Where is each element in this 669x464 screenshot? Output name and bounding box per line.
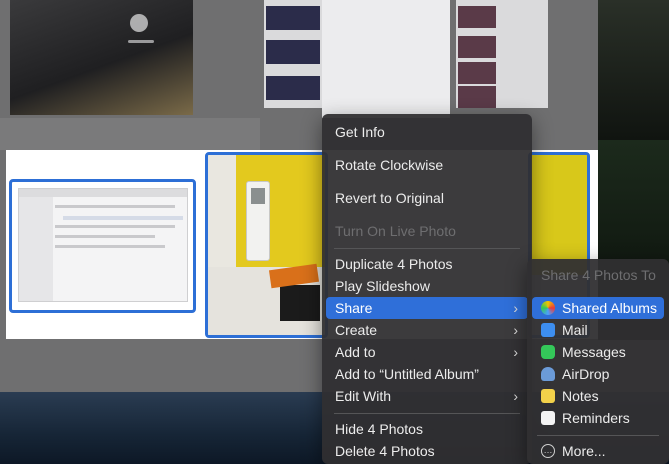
- window-row-graphic: [55, 225, 175, 228]
- submenu-item-airdrop[interactable]: AirDrop: [532, 363, 664, 385]
- menu-item-label: Add to “Untitled Album”: [335, 366, 479, 382]
- chevron-right-icon: ›: [513, 322, 518, 338]
- photo-thumbnail-screenshot-3[interactable]: [456, 0, 548, 108]
- menu-item-add-to-untitled-album[interactable]: Add to “Untitled Album”: [326, 363, 528, 385]
- window-row-graphic: [55, 245, 165, 248]
- airdrop-icon: [541, 367, 555, 381]
- menu-item-label: Delete 4 Photos: [335, 443, 435, 459]
- menu-item-create[interactable]: Create ›: [326, 319, 528, 341]
- window-row-graphic: [55, 205, 175, 208]
- messages-icon: [541, 345, 555, 359]
- shared-albums-icon: [541, 301, 555, 315]
- menu-item-label: Rotate Clockwise: [335, 157, 444, 173]
- thumb-row: [458, 86, 496, 108]
- submenu-item-label: Shared Albums: [562, 300, 657, 316]
- submenu-item-label: Notes: [562, 388, 599, 404]
- submenu-item-mail[interactable]: Mail: [532, 319, 664, 341]
- reminders-icon: [541, 411, 555, 425]
- chevron-right-icon: ›: [513, 388, 518, 404]
- photo-thumbnail-right-top[interactable]: [598, 0, 669, 140]
- menu-item-label: Create: [335, 322, 378, 338]
- menu-item-label: Add to: [335, 344, 376, 360]
- submenu-item-label: More...: [562, 443, 606, 459]
- thumb-row: [266, 40, 320, 64]
- intercom-device-graphic: [246, 181, 270, 261]
- menu-item-label: Hide 4 Photos: [335, 421, 423, 437]
- menu-item-delete[interactable]: Delete 4 Photos: [326, 440, 528, 462]
- photo-black-box: [280, 285, 320, 321]
- submenu-item-messages[interactable]: Messages: [532, 341, 664, 363]
- submenu-separator: [537, 435, 659, 436]
- submenu-item-shared-albums[interactable]: Shared Albums: [532, 297, 664, 319]
- chevron-right-icon: ›: [513, 344, 518, 360]
- progress-bar-graphic: [128, 40, 154, 43]
- menu-item-label: Share: [335, 300, 373, 316]
- thumb-row: [458, 6, 496, 28]
- menu-separator: [334, 413, 520, 414]
- submenu-item-notes[interactable]: Notes: [532, 385, 664, 407]
- notes-icon: [541, 389, 555, 403]
- menu-item-get-info[interactable]: Get Info: [326, 121, 528, 143]
- photo-gap: [0, 118, 260, 150]
- menu-separator: [334, 248, 520, 249]
- submenu-item-label: Reminders: [562, 410, 630, 426]
- screenshot-window-graphic: [18, 188, 188, 302]
- context-menu: Get Info Rotate Clockwise Revert to Orig…: [322, 114, 532, 464]
- menu-item-duplicate[interactable]: Duplicate 4 Photos: [326, 253, 528, 275]
- menu-item-revert-to-original[interactable]: Revert to Original: [326, 187, 528, 209]
- thumb-row: [458, 36, 496, 58]
- photo-thumbnail-screenshot-2[interactable]: [322, 0, 450, 118]
- device-screen: [251, 188, 265, 204]
- menu-item-add-to[interactable]: Add to ›: [326, 341, 528, 363]
- thumb-row: [266, 76, 320, 100]
- window-titlebar-graphic: [19, 189, 187, 197]
- apple-logo-icon: [130, 14, 148, 32]
- menu-item-rotate-clockwise[interactable]: Rotate Clockwise: [326, 154, 528, 176]
- window-sidebar-graphic: [19, 197, 53, 301]
- thumb-row: [458, 62, 496, 84]
- chevron-right-icon: ›: [513, 300, 518, 316]
- window-row-graphic: [55, 235, 155, 238]
- photo-thumbnail-screenshot-1[interactable]: [264, 0, 322, 108]
- menu-item-share[interactable]: Share ›: [326, 297, 528, 319]
- submenu-item-label: Mail: [562, 322, 588, 338]
- menu-item-label: Turn On Live Photo: [335, 223, 456, 239]
- selected-photo-screenshot[interactable]: [9, 179, 196, 313]
- menu-item-label: Get Info: [335, 124, 385, 140]
- menu-item-label: Play Slideshow: [335, 278, 430, 294]
- menu-item-edit-with[interactable]: Edit With ›: [326, 385, 528, 407]
- submenu-item-label: Messages: [562, 344, 626, 360]
- mail-icon: [541, 323, 555, 337]
- photo-thumbnail-laptop[interactable]: [10, 0, 193, 115]
- menu-item-label: Duplicate 4 Photos: [335, 256, 453, 272]
- submenu-item-reminders[interactable]: Reminders: [532, 407, 664, 429]
- window-selected-row-graphic: [63, 216, 183, 220]
- menu-item-play-slideshow[interactable]: Play Slideshow: [326, 275, 528, 297]
- submenu-header: Share 4 Photos To: [541, 267, 656, 283]
- menu-item-turn-on-live-photo: Turn On Live Photo: [326, 220, 528, 242]
- submenu-item-label: AirDrop: [562, 366, 610, 382]
- menu-item-hide[interactable]: Hide 4 Photos: [326, 418, 528, 440]
- photo-yellow-wall-2: [531, 155, 587, 275]
- menu-item-label: Revert to Original: [335, 190, 444, 206]
- share-submenu: Share 4 Photos To Shared Albums Mail Mes…: [527, 259, 669, 464]
- thumb-row: [266, 6, 320, 30]
- submenu-item-more[interactable]: … More...: [532, 440, 664, 462]
- more-icon: …: [541, 444, 555, 458]
- menu-item-label: Edit With: [335, 388, 392, 404]
- selected-photo-yellow-wall[interactable]: [205, 152, 328, 338]
